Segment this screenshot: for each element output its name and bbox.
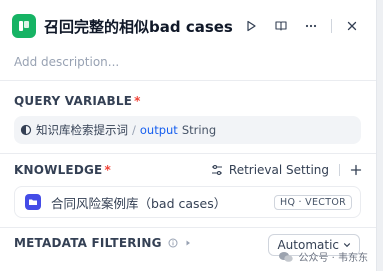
variable-separator: /: [132, 123, 136, 137]
watermark-text: 公众号 · 韦东东: [298, 253, 368, 264]
info-icon[interactable]: [168, 238, 178, 248]
dataset-index-badge: HQ · VECTOR: [274, 194, 352, 210]
caret-right-icon[interactable]: [184, 239, 192, 247]
book-icon[interactable]: [269, 14, 293, 38]
panel-header: 召回完整的相似bad cases: [12, 12, 364, 40]
description-input[interactable]: Add description...: [14, 55, 119, 69]
header-divider: [331, 19, 332, 33]
folder-icon: [25, 194, 41, 210]
variable-node-icon: [20, 124, 32, 136]
variable-name: output: [139, 123, 178, 137]
variable-type: String: [181, 123, 217, 137]
divider: [0, 227, 376, 228]
knowledge-label-text: KNOWLEDGE: [14, 163, 103, 177]
knowledge-retrieval-icon: [12, 14, 36, 38]
divider: [0, 153, 376, 154]
close-icon[interactable]: [340, 14, 364, 38]
metadata-filtering-row: METADATA FILTERING: [14, 236, 192, 250]
query-variable-label-text: QUERY VARIABLE: [14, 94, 133, 108]
wechat-icon: [279, 251, 294, 262]
metadata-filtering-label: METADATA FILTERING: [14, 236, 162, 250]
required-mark: *: [134, 94, 141, 108]
watermark: 公众号 · 韦东东: [278, 249, 368, 264]
query-variable-selector[interactable]: 知识库检索提示词 / output String: [14, 116, 361, 144]
node-title[interactable]: 召回完整的相似bad cases: [44, 16, 233, 37]
settings-sliders-icon: [211, 164, 222, 176]
node-panel: 召回完整的相似bad cases Add description... QUER…: [0, 0, 377, 271]
header-actions: [239, 12, 364, 40]
required-mark: *: [104, 163, 111, 177]
knowledge-actions-divider: [339, 164, 340, 176]
add-knowledge-button[interactable]: [350, 164, 362, 176]
dataset-item[interactable]: 合同风险案例库（bad cases） HQ · VECTOR: [14, 186, 361, 218]
divider: [0, 80, 376, 81]
chevron-down-icon: [343, 243, 351, 248]
query-variable-label: QUERY VARIABLE *: [14, 94, 141, 108]
plus-icon: [350, 164, 362, 176]
dataset-name: 合同风险案例库（bad cases）: [51, 195, 227, 211]
knowledge-label: KNOWLEDGE *: [14, 163, 111, 177]
retrieval-setting-button[interactable]: Retrieval Setting: [211, 163, 329, 177]
knowledge-actions: Retrieval Setting: [211, 161, 362, 179]
more-icon[interactable]: [299, 14, 323, 38]
run-icon[interactable]: [239, 14, 263, 38]
variable-node-name: 知识库检索提示词: [36, 123, 128, 137]
retrieval-setting-label: Retrieval Setting: [228, 163, 329, 177]
